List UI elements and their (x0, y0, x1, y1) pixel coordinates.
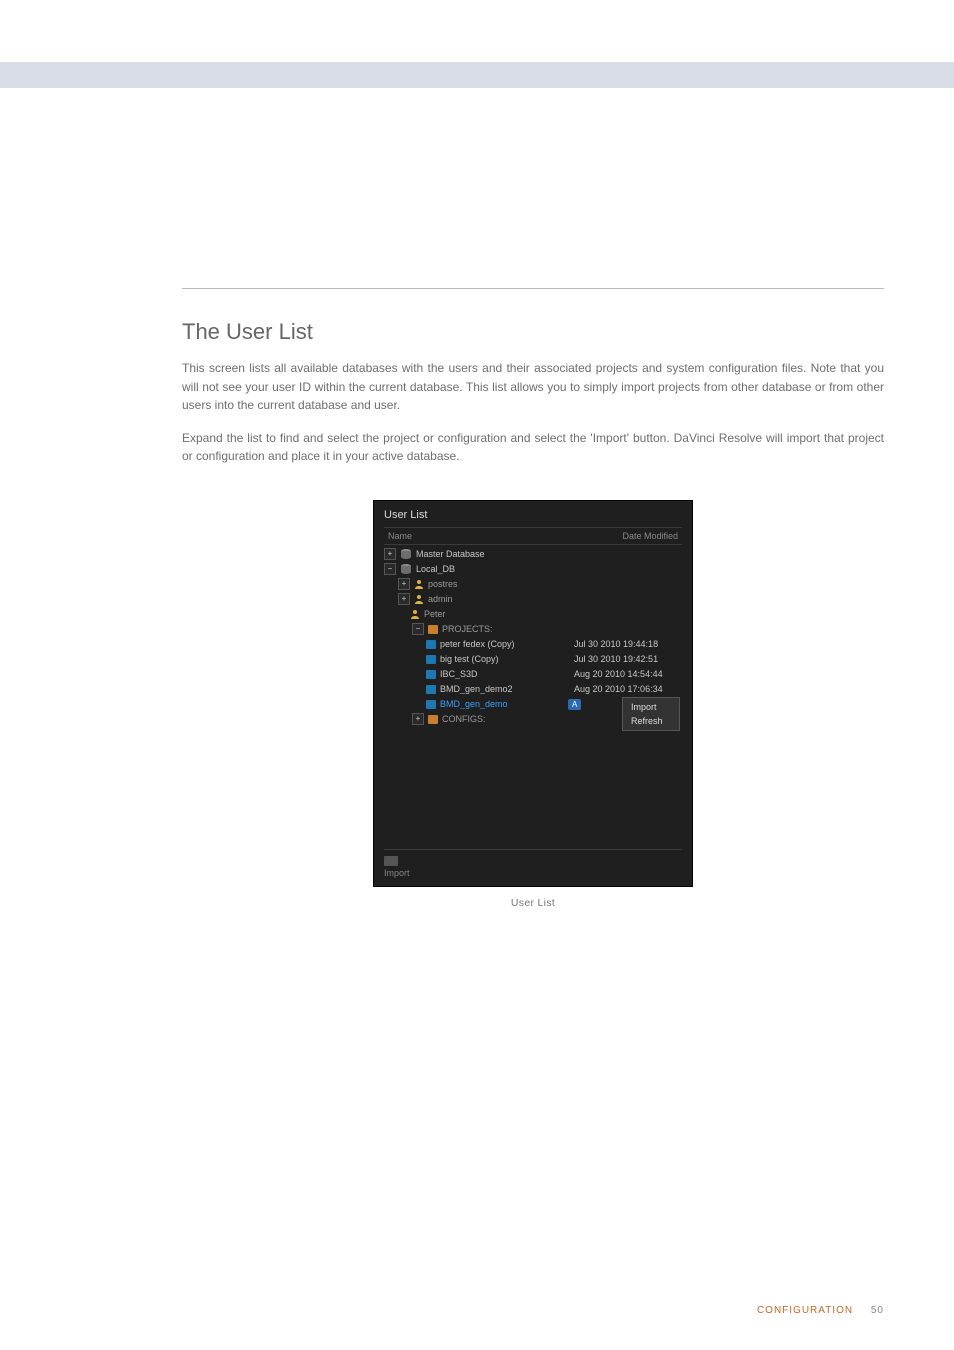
page-content: The User List This screen lists all avai… (0, 88, 954, 909)
status-badge: A (568, 699, 581, 710)
project-name: peter fedex (Copy) (440, 639, 574, 649)
project-date: Jul 30 2010 19:42:51 (574, 654, 682, 664)
user-row[interactable]: + admin (384, 592, 682, 607)
project-date: Jul 30 2010 19:44:18 (574, 639, 682, 649)
project-icon (426, 685, 436, 694)
expand-icon[interactable]: + (412, 713, 424, 725)
project-icon (426, 700, 436, 709)
project-row[interactable]: peter fedex (Copy) Jul 30 2010 19:44:18 (384, 637, 682, 652)
figure-caption: User List (511, 897, 555, 909)
db-master[interactable]: + Master Database (384, 547, 682, 562)
footer-section: CONFIGURATION (757, 1305, 853, 1316)
context-menu-refresh[interactable]: Refresh (623, 714, 679, 728)
user-icon (410, 609, 420, 619)
context-menu[interactable]: Import Refresh (622, 697, 680, 731)
projects-folder[interactable]: − PROJECTS: (384, 622, 682, 637)
header-band (0, 62, 954, 88)
project-row[interactable]: BMD_gen_demo2 Aug 20 2010 17:06:34 (384, 682, 682, 697)
section-divider (182, 288, 884, 289)
tree: + Master Database − Local_DB + (384, 545, 682, 727)
user-icon (414, 594, 424, 604)
database-icon (400, 564, 412, 574)
import-icon (384, 856, 398, 866)
project-name: big test (Copy) (440, 654, 574, 664)
expand-icon[interactable]: + (384, 548, 396, 560)
collapse-icon[interactable]: − (384, 563, 396, 575)
body-paragraph-2: Expand the list to find and select the p… (182, 429, 884, 466)
project-icon (426, 670, 436, 679)
folder-icon (428, 715, 438, 724)
import-button[interactable]: Import (384, 856, 682, 878)
user-list-panel: User List Name Date Modified + Master Da… (373, 500, 693, 887)
project-row[interactable]: IBC_S3D Aug 20 2010 14:54:44 (384, 667, 682, 682)
folder-icon (428, 625, 438, 634)
column-header-date[interactable]: Date Modified (622, 531, 678, 541)
column-header-name[interactable]: Name (388, 531, 412, 541)
user-label: Peter (424, 609, 682, 619)
project-row[interactable]: big test (Copy) Jul 30 2010 19:42:51 (384, 652, 682, 667)
user-label: admin (428, 594, 682, 604)
db-local-label: Local_DB (416, 564, 682, 574)
import-button-label: Import (384, 868, 410, 878)
project-date: Aug 20 2010 14:54:44 (574, 669, 682, 679)
user-row-expanded[interactable]: Peter (384, 607, 682, 622)
panel-footer: Import (384, 849, 682, 878)
section-title: The User List (182, 319, 884, 345)
page-footer: CONFIGURATION 50 (0, 1305, 954, 1316)
project-name-selected: BMD_gen_demo (440, 699, 568, 709)
project-icon (426, 655, 436, 664)
db-master-label: Master Database (416, 549, 682, 559)
body-paragraph-1: This screen lists all available database… (182, 359, 884, 415)
projects-label: PROJECTS: (442, 624, 682, 634)
footer-page-number: 50 (871, 1305, 884, 1316)
context-menu-import[interactable]: Import (623, 700, 679, 714)
project-name: BMD_gen_demo2 (440, 684, 574, 694)
project-row-selected[interactable]: BMD_gen_demo A 5:35 Import Refresh (384, 697, 682, 712)
db-local[interactable]: − Local_DB (384, 562, 682, 577)
project-name: IBC_S3D (440, 669, 574, 679)
expand-icon[interactable]: + (398, 578, 410, 590)
user-row[interactable]: + postres (384, 577, 682, 592)
database-icon (400, 549, 412, 559)
user-icon (414, 579, 424, 589)
user-label: postres (428, 579, 682, 589)
expand-icon[interactable]: + (398, 593, 410, 605)
column-header-row: Name Date Modified (384, 527, 682, 545)
collapse-icon[interactable]: − (412, 623, 424, 635)
panel-title: User List (384, 509, 682, 521)
panel-empty-area (384, 727, 682, 845)
figure: User List Name Date Modified + Master Da… (182, 500, 884, 909)
project-date: Aug 20 2010 17:06:34 (574, 684, 682, 694)
project-icon (426, 640, 436, 649)
